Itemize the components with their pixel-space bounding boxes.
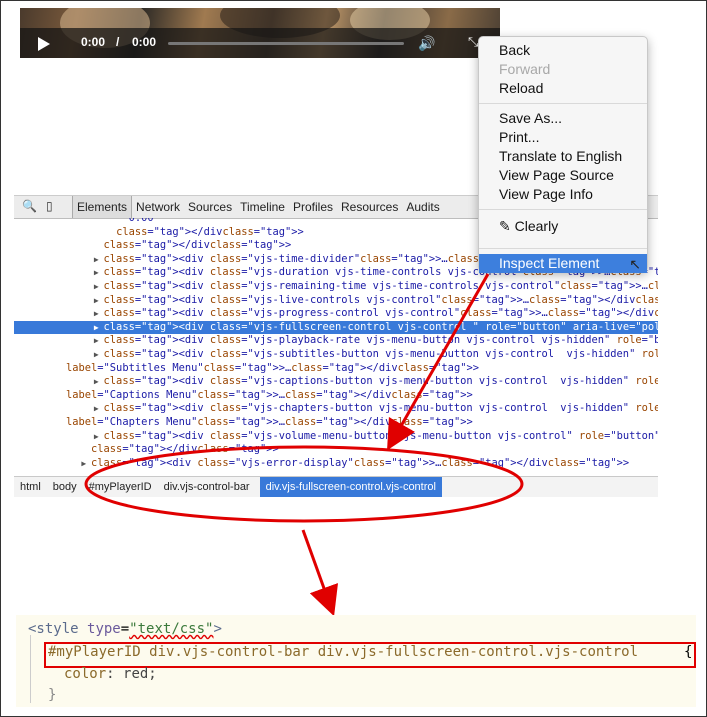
- annotation-layer: [84, 273, 524, 617]
- annotation-arrow: [301, 529, 339, 617]
- type-attr: type: [87, 621, 121, 637]
- indent-guide: [30, 635, 31, 703]
- snippet-line-3: color: red;: [64, 666, 157, 682]
- style-tag: <style: [28, 621, 79, 637]
- annotation-ellipse: [84, 445, 524, 523]
- tag-close: >: [213, 621, 222, 637]
- css-value: red;: [123, 666, 157, 682]
- type-value: "text/css": [129, 621, 214, 637]
- snippet-line-1: <style type="text/css">: [28, 621, 222, 637]
- css-property: color: [64, 666, 107, 682]
- css-snippet: <style type="text/css"> #myPlayerID div.…: [16, 615, 696, 707]
- annotation-arrow: [387, 273, 490, 451]
- brace-close: }: [48, 687, 57, 703]
